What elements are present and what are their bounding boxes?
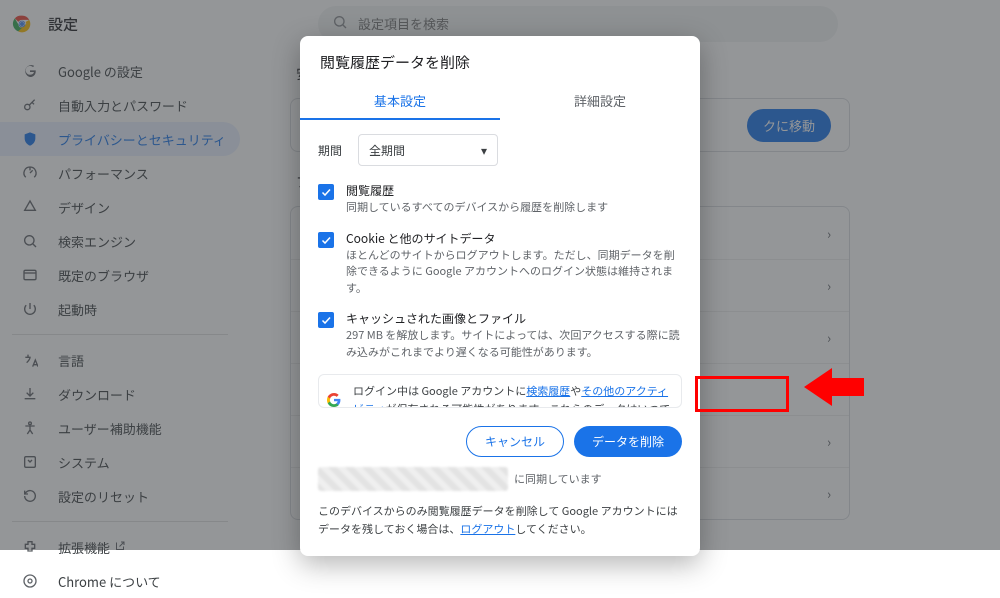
- option-browsing-history[interactable]: 閲覧履歴 同期しているすべてのデバイスから履歴を削除します: [318, 182, 682, 216]
- link-search-history[interactable]: 検索履歴: [526, 383, 570, 399]
- option-desc: ほとんどのサイトからログアウトします。ただし、同期データを削除できるように Go…: [346, 247, 682, 297]
- checkbox-checked-icon[interactable]: [318, 232, 334, 248]
- chevron-down-icon: ▾: [481, 142, 487, 159]
- cancel-button[interactable]: キャンセル: [466, 426, 564, 457]
- dialog-tabs: 基本設定 詳細設定: [300, 83, 700, 120]
- dialog-title: 閲覧履歴データを削除: [300, 52, 700, 83]
- clear-data-button[interactable]: データを削除: [574, 426, 682, 457]
- checkbox-checked-icon[interactable]: [318, 312, 334, 328]
- checkbox-checked-icon[interactable]: [318, 184, 334, 200]
- sidebar-item-about[interactable]: Chrome について: [0, 564, 240, 598]
- account-info-box: ログイン中は Google アカウントに検索履歴やその他のアクティビティが保存さ…: [318, 374, 682, 408]
- clear-browsing-data-dialog: 閲覧履歴データを削除 基本設定 詳細設定 期間 全期間 ▾ 閲覧履歴 同期してい…: [300, 36, 700, 556]
- option-cookies[interactable]: Cookie と他のサイトデータ ほとんどのサイトからログアウトします。ただし、…: [318, 230, 682, 297]
- time-range-label: 期間: [318, 142, 358, 159]
- option-cache[interactable]: キャッシュされた画像とファイル 297 MB を解放します。サイトによっては、次…: [318, 310, 682, 360]
- sync-account-row: に同期しています: [300, 457, 700, 491]
- sidebar-item-label: Chrome について: [58, 572, 161, 591]
- time-range-select[interactable]: 全期間 ▾: [358, 134, 498, 166]
- google-g-icon: [327, 393, 343, 408]
- redacted-account-icon: [318, 467, 508, 491]
- info-text-post: が保存される可能性があります。これらのデータはいつでも削除できま: [353, 401, 670, 408]
- tab-basic[interactable]: 基本設定: [300, 83, 500, 120]
- sync-tail-text: に同期しています: [514, 471, 602, 487]
- dialog-footnote: このデバイスからのみ閲覧履歴データを削除して Google アカウントにはデータ…: [300, 491, 700, 538]
- option-title: 閲覧履歴: [346, 182, 608, 199]
- time-range-value: 全期間: [369, 142, 405, 159]
- option-title: キャッシュされた画像とファイル: [346, 310, 682, 327]
- info-text-mid: や: [570, 383, 581, 399]
- option-desc: 同期しているすべてのデバイスから履歴を削除します: [346, 199, 608, 216]
- tab-advanced[interactable]: 詳細設定: [500, 83, 700, 120]
- option-desc: 297 MB を解放します。サイトによっては、次回アクセスする際に読み込みがこれ…: [346, 327, 682, 360]
- link-logout[interactable]: ログアウト: [460, 521, 515, 537]
- chrome-mono-icon: [20, 571, 40, 591]
- info-text-pre: ログイン中は Google アカウントに: [353, 383, 526, 399]
- option-title: Cookie と他のサイトデータ: [346, 230, 682, 247]
